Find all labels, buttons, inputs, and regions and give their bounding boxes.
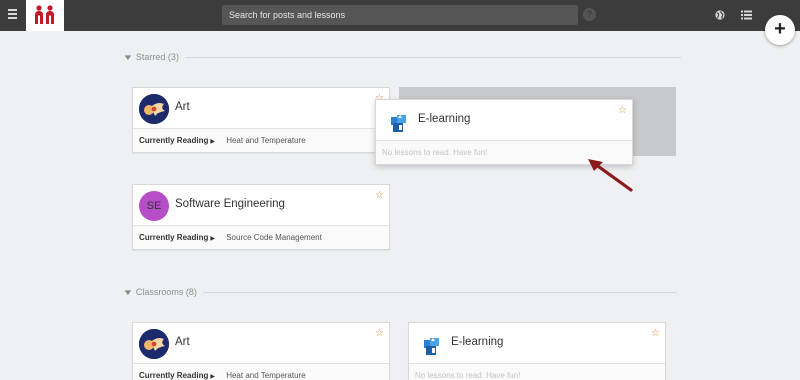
currently-reading-label[interactable]: Currently Reading (139, 371, 208, 380)
card-title[interactable]: Software Engineering (175, 198, 285, 210)
caret-right-icon: ▶ (210, 139, 215, 145)
list-icon[interactable] (741, 10, 752, 20)
starred-section-header[interactable]: ▼ Starred (3) (122, 50, 681, 64)
currently-reading-label[interactable]: Currently Reading (139, 136, 208, 145)
section-divider (202, 291, 677, 293)
chevron-down-icon[interactable]: ▼ (122, 288, 133, 297)
section-divider (184, 56, 681, 58)
top-bar: Search for posts and lessons ? (0, 0, 800, 31)
classrooms-section-label: Classrooms (8) (135, 287, 197, 297)
card-footer: Currently Reading ▶ Source Code Managemen… (133, 225, 389, 249)
classrooms-section-header[interactable]: ▼ Classrooms (8) (122, 285, 677, 299)
hamburger-icon[interactable] (8, 9, 17, 21)
caret-right-icon: ▶ (210, 374, 215, 380)
star-icon[interactable]: ☆ (618, 106, 627, 116)
current-lesson[interactable]: Heat and Temperature (226, 371, 305, 380)
avatar (139, 94, 169, 124)
annotation-arrow (588, 159, 633, 192)
card-footer: No lessons to read. Have fun! (409, 363, 665, 380)
elearning-avatar-image (391, 115, 406, 132)
avatar (139, 329, 169, 359)
help-icon[interactable]: ? (583, 8, 596, 21)
star-icon[interactable]: ☆ (651, 329, 660, 339)
starred-section-label: Starred (3) (135, 52, 179, 62)
classroom-card-elearning[interactable]: E-learning ☆ No lessons to read. Have fu… (408, 322, 666, 380)
classroom-card-software-engineering[interactable]: SE Software Engineering ☆ Currently Read… (132, 184, 390, 250)
search-input[interactable]: Search for posts and lessons (222, 5, 578, 25)
art-avatar-image (139, 94, 169, 124)
add-button[interactable]: + (765, 15, 795, 45)
plus-icon: + (774, 18, 786, 40)
star-icon[interactable]: ☆ (375, 191, 384, 201)
current-lesson[interactable]: Source Code Management (226, 233, 322, 242)
elearning-avatar-image (424, 338, 439, 355)
card-footer: Currently Reading ▶ Heat and Temperature (133, 128, 389, 152)
avatar (382, 106, 412, 136)
empty-lessons-text: No lessons to read. Have fun! (415, 371, 521, 380)
card-title[interactable]: Art (175, 101, 190, 113)
caret-right-icon: ▶ (210, 236, 215, 242)
avatar (415, 329, 445, 359)
currently-reading-label[interactable]: Currently Reading (139, 233, 208, 242)
brand-logo[interactable] (26, 0, 64, 31)
avatar: SE (139, 191, 169, 221)
classroom-card-art-starred[interactable]: Art ☆ Currently Reading▶ Heat and Temper… (132, 87, 390, 153)
card-title[interactable]: E-learning (418, 113, 470, 125)
art-avatar-image (139, 329, 169, 359)
empty-lessons-text: No lessons to read. Have fun! (382, 148, 488, 157)
card-title[interactable]: E-learning (451, 336, 503, 348)
chevron-down-icon[interactable]: ▼ (122, 53, 133, 62)
classroom-card-art[interactable]: Art ☆ Currently Reading ▶ Heat and Temper… (132, 322, 390, 380)
logo-mark (35, 5, 54, 24)
card-title[interactable]: Art (175, 336, 190, 348)
card-footer: Currently Reading ▶ Heat and Temperature (133, 363, 389, 380)
globe-icon[interactable] (715, 10, 725, 20)
star-icon[interactable]: ☆ (375, 329, 384, 339)
current-lesson[interactable]: Heat and Temperature (226, 136, 305, 145)
